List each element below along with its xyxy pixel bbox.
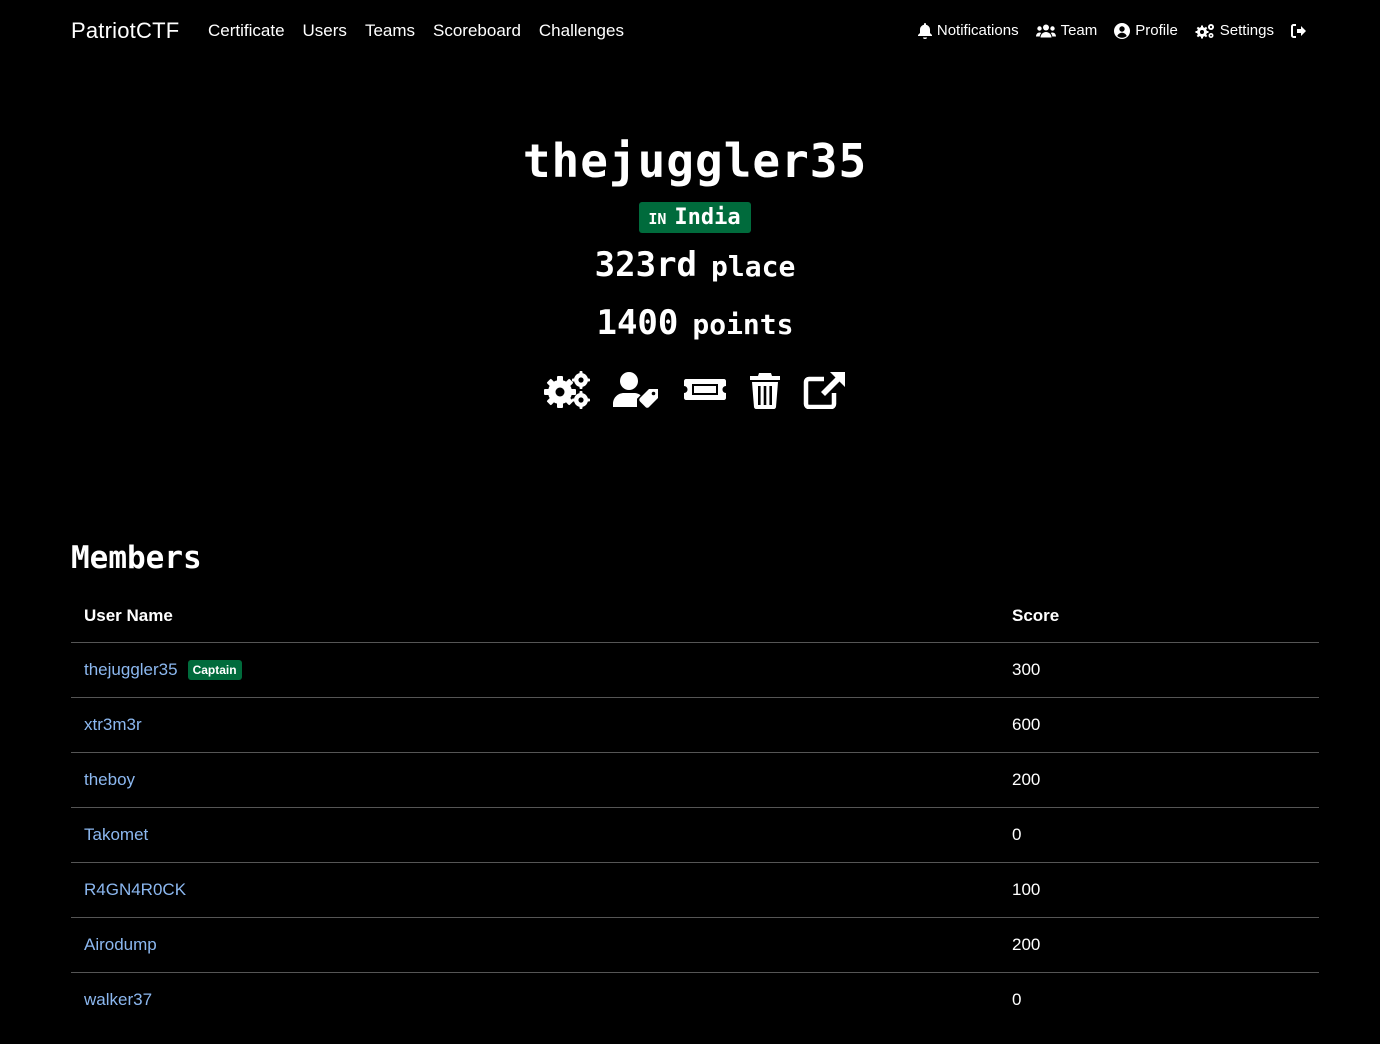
member-link[interactable]: theboy bbox=[84, 770, 135, 789]
nav-team[interactable]: Team bbox=[1035, 22, 1098, 39]
member-score: 200 bbox=[999, 752, 1319, 808]
nav-link-scoreboard[interactable]: Scoreboard bbox=[433, 21, 521, 41]
table-row: Airodump 200 bbox=[71, 917, 1319, 973]
nav-team-label: Team bbox=[1060, 22, 1098, 39]
member-link[interactable]: Takomet bbox=[84, 825, 148, 844]
members-table: User Name Score thejuggler35 Captain 300 … bbox=[71, 588, 1319, 1027]
member-score: 0 bbox=[999, 807, 1319, 863]
table-row: xtr3m3r 600 bbox=[71, 697, 1319, 753]
external-link-icon[interactable] bbox=[803, 371, 847, 409]
country-code: IN bbox=[648, 209, 667, 228]
member-link[interactable]: Airodump bbox=[84, 935, 157, 954]
member-cell: R4GN4R0CK bbox=[71, 862, 999, 918]
column-header-username: User Name bbox=[71, 588, 999, 643]
ticket-icon[interactable] bbox=[683, 371, 727, 409]
column-header-score: Score bbox=[999, 588, 1319, 643]
settings-icon[interactable] bbox=[543, 371, 591, 409]
sign-out-icon bbox=[1291, 23, 1306, 38]
nav-profile-label: Profile bbox=[1135, 22, 1178, 39]
nav-settings-label: Settings bbox=[1219, 22, 1274, 39]
country-badge: IN India bbox=[639, 202, 751, 233]
country-name: India bbox=[674, 204, 741, 230]
nav-link-teams[interactable]: Teams bbox=[365, 21, 415, 41]
user-circle-icon bbox=[1114, 22, 1131, 39]
place-label: place bbox=[711, 250, 796, 283]
team-name: thejuggler35 bbox=[522, 134, 868, 188]
member-cell: Airodump bbox=[71, 917, 999, 973]
team-actions bbox=[0, 371, 1380, 409]
member-link[interactable]: xtr3m3r bbox=[84, 715, 142, 734]
captain-badge: Captain bbox=[187, 660, 242, 680]
points-number: 1400 bbox=[596, 303, 679, 343]
member-cell: thejuggler35 Captain bbox=[71, 642, 999, 698]
nav-notifications[interactable]: Notifications bbox=[917, 22, 1019, 39]
member-cell: walker37 bbox=[71, 973, 999, 1028]
nav-link-challenges[interactable]: Challenges bbox=[539, 21, 624, 41]
member-cell: theboy bbox=[71, 752, 999, 808]
brand-logo[interactable]: PatriotCTF bbox=[71, 18, 179, 44]
cogs-icon bbox=[1195, 23, 1214, 38]
points-label: points bbox=[692, 308, 794, 341]
member-score: 100 bbox=[999, 862, 1319, 918]
trash-icon[interactable] bbox=[749, 371, 781, 409]
table-row: R4GN4R0CK 100 bbox=[71, 862, 1319, 918]
table-header-row: User Name Score bbox=[71, 588, 1319, 643]
member-link[interactable]: thejuggler35 bbox=[84, 660, 178, 679]
table-row: thejuggler35 Captain 300 bbox=[71, 642, 1319, 698]
member-cell: Takomet bbox=[71, 807, 999, 863]
member-score: 200 bbox=[999, 917, 1319, 973]
team-header: thejuggler35 IN India 323rd place 1400 poi… bbox=[0, 130, 1380, 409]
navbar: PatriotCTF Certificate Users Teams Score… bbox=[0, 0, 1380, 64]
nav-profile[interactable]: Profile bbox=[1114, 22, 1178, 39]
member-link[interactable]: walker37 bbox=[84, 990, 152, 1009]
table-row: Takomet 0 bbox=[71, 807, 1319, 863]
nav-right: Notifications Team Profile Settings bbox=[917, 22, 1307, 39]
team-place: 323rd place bbox=[0, 243, 1380, 293]
nav-link-users[interactable]: Users bbox=[303, 21, 347, 41]
bell-icon bbox=[917, 22, 932, 39]
user-tag-icon[interactable] bbox=[613, 371, 661, 409]
nav-settings[interactable]: Settings bbox=[1195, 22, 1274, 39]
member-cell: xtr3m3r bbox=[71, 697, 999, 753]
nav-logout[interactable] bbox=[1291, 23, 1307, 38]
member-score: 300 bbox=[999, 642, 1319, 698]
nav-link-certificate[interactable]: Certificate bbox=[208, 21, 285, 41]
nav-links: Certificate Users Teams Scoreboard Chall… bbox=[208, 21, 624, 41]
members-title: Members bbox=[71, 540, 202, 576]
nav-notifications-label: Notifications bbox=[936, 22, 1019, 39]
place-number: 323rd bbox=[594, 245, 698, 285]
table-row: walker37 0 bbox=[71, 973, 1319, 1028]
member-link[interactable]: R4GN4R0CK bbox=[84, 880, 186, 899]
users-icon bbox=[1035, 24, 1056, 37]
table-row: theboy 200 bbox=[71, 752, 1319, 808]
member-score: 0 bbox=[1012, 990, 1022, 1009]
team-points: 1400 points bbox=[0, 301, 1380, 351]
member-score: 600 bbox=[999, 697, 1319, 753]
